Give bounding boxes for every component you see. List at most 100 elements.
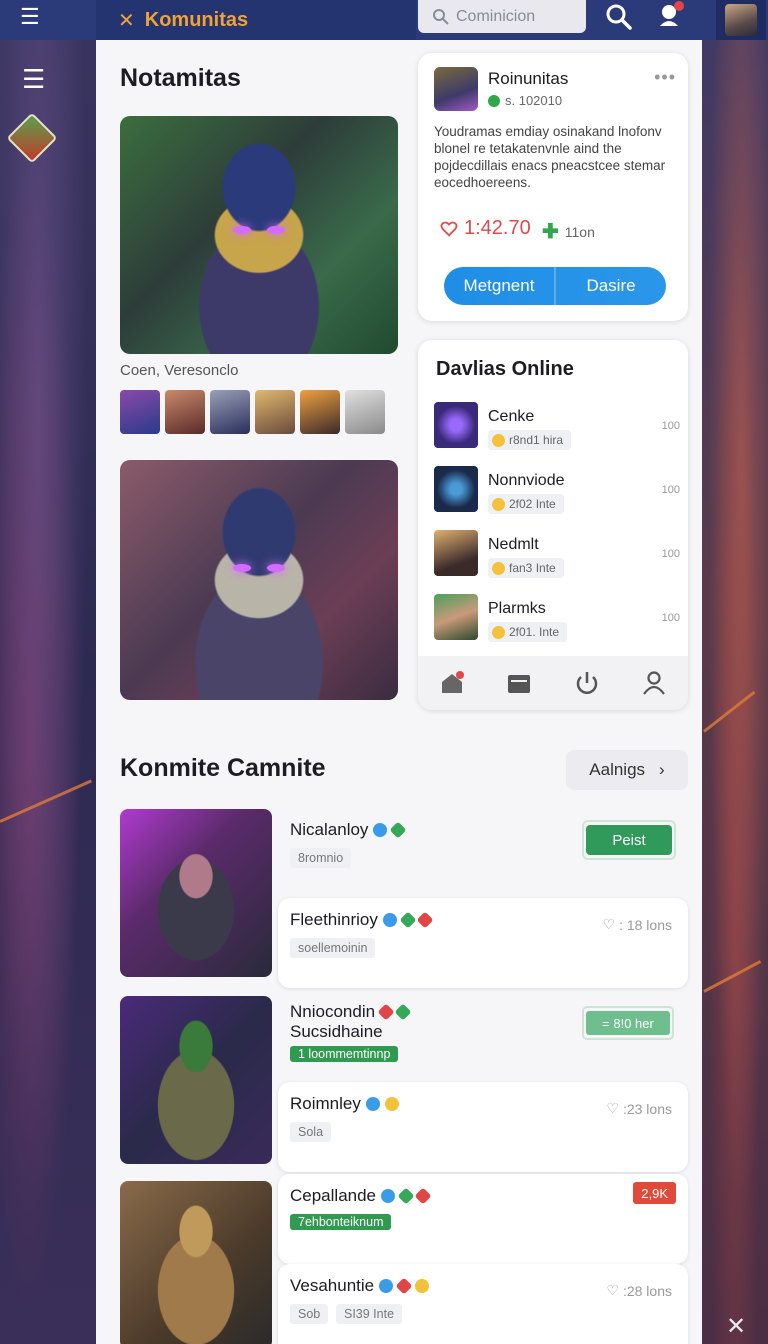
notification-icon[interactable] [656,1,684,32]
background-art-right [702,0,768,1344]
community-name: Vesahuntie [290,1276,430,1296]
close-icon[interactable]: ✕ [118,8,135,33]
community-action-button[interactable]: = 8!0 her [582,1006,674,1040]
hero-image-2[interactable] [120,460,398,700]
online-user-row[interactable]: Plarmks 2f01. Inte 100 [434,594,680,644]
post-meta-text: s. 102010 [505,93,563,108]
community-sub: 8romnio [290,848,352,868]
community-stat: ♡: 18 lons [602,916,673,933]
post-card: Roinunitas s. 102010 ••• Youdramas emdia… [418,53,688,321]
user-count: 100 [661,548,680,560]
post-body: Youdramas emdiay osinakand lnofonv blone… [434,124,666,190]
page-title: Notamitas [120,64,241,92]
community-sub: soellemoinin [290,938,376,958]
community-action-button[interactable]: Peist [582,820,676,860]
heart-icon: ♡ [606,1282,619,1298]
user-avatar [434,594,478,640]
plus-counter[interactable]: ✚ 11on [542,219,595,244]
community-sub: Sob [290,1304,329,1324]
post-author[interactable]: Roinunitas [488,69,568,89]
online-user-row[interactable]: Nedmlt fan3 Inte 100 [434,530,680,580]
search-input[interactable]: Cominicion [418,0,586,33]
online-title: Davlias Online [436,358,574,380]
community-name: Nicalanloy [290,820,407,840]
likes-counter[interactable]: 1:42.70 [440,217,531,240]
communities-title: Konmite Camnite [120,754,326,782]
coin-icon [492,497,505,511]
user-name: Nonnviode [488,472,565,489]
coin-icon [492,433,505,447]
close-icon[interactable]: ✕ [726,1312,746,1341]
profile-icon[interactable] [621,656,689,710]
community-name: Nniocondin [290,1002,412,1022]
gem-badge-icon [397,1187,415,1205]
heart-icon: ♡ [602,916,616,932]
community-sub: 7ehbonteiknum [290,1214,392,1230]
verified-icon [488,94,500,107]
search-placeholder: Cominicion [456,7,536,25]
community-stat: ♡:28 lons [606,1282,672,1299]
post-action-right-button[interactable]: Dasire [554,267,666,305]
heart-icon: ♡ [606,1100,619,1116]
more-options-icon[interactable]: ••• [654,67,676,88]
user-count: 100 [661,484,680,496]
power-icon[interactable] [553,656,621,710]
community-action-label: Peist [586,825,672,855]
hero-image-1[interactable] [120,116,398,354]
community-name: Fleethinrioy [290,910,434,930]
online-bottom-tabs [418,656,688,710]
post-action-left-button[interactable]: Metgnent [444,267,554,305]
community-row[interactable]: Roimnley Sola ♡:23 lons [278,1082,688,1172]
thumbnail[interactable] [120,390,160,434]
top-bar: ☰ ✕ Komunitas Cominicion [0,0,768,40]
community-sub-2: SI39 Inte [336,1304,403,1324]
verified-badge-icon [365,1097,380,1111]
post-author-avatar[interactable] [434,67,478,111]
online-user-row[interactable]: Cenke r8nd1 hira 100 [434,402,680,452]
folder-icon[interactable] [486,656,554,710]
user-count: 100 [661,420,680,432]
plus-label: 11on [564,223,595,240]
user-tag: 2f02 Inte [488,494,564,514]
community-row[interactable]: Vesahuntie Sob SI39 Inte ♡:28 lons [278,1264,688,1344]
main-panel: Notamitas Coen, Veresonclo ol Roinunitas… [96,40,702,1344]
user-name: Plarmks [488,600,546,617]
community-row[interactable]: Nicalanloy 8romnio Peist [278,808,688,898]
thumbnail-strip: ol [120,390,430,434]
home-icon[interactable] [418,656,486,710]
communities-more-button[interactable]: Aalnigs › [566,750,688,790]
rail-menu-icon[interactable]: ☰ [22,64,45,95]
community-row[interactable]: Nniocondin Sucsidhaine 1 loommemtinnp = … [278,990,688,1080]
user-count: 100 [661,612,680,624]
user-avatar[interactable] [716,0,766,40]
tab-komunitas[interactable]: ✕ Komunitas [96,0,416,40]
community-name: Cepallande [290,1186,432,1206]
community-row[interactable]: Cepallande 7ehbonteiknum 2,9K [278,1174,688,1264]
ruby-badge-icon [377,1003,395,1021]
online-user-row[interactable]: Nonnviode 2f02 Inte 100 [434,466,680,516]
thumbnail[interactable] [210,390,250,434]
ruby-badge-icon [414,1187,432,1205]
thumbnail[interactable] [255,390,295,434]
search-field-icon [433,8,449,25]
community-row[interactable]: Fleethinrioy soellemoinin ♡: 18 lons [278,898,688,988]
community-image[interactable] [120,1181,272,1344]
hamburger-menu-icon[interactable]: ☰ [20,4,40,30]
community-image[interactable] [120,996,272,1164]
chevron-right-icon: › [659,760,665,779]
gem-badge-icon [394,1003,412,1021]
user-tag: r8nd1 hira [488,430,572,450]
search-icon[interactable] [604,2,638,32]
background-art-left [0,0,96,1344]
gem-badge-icon [389,821,407,839]
post-action-pill: Metgnent Dasire [444,267,666,305]
thumbnail[interactable] [165,390,205,434]
user-avatar [434,466,478,512]
community-image[interactable] [120,809,272,977]
verified-badge-icon [382,913,397,927]
post-meta: s. 102010 [488,93,562,108]
thumbnail[interactable] [345,390,385,434]
thumbnail[interactable] [300,390,340,434]
community-action-label: = 8!0 her [586,1011,670,1035]
user-name: Nedmlt [488,536,539,553]
